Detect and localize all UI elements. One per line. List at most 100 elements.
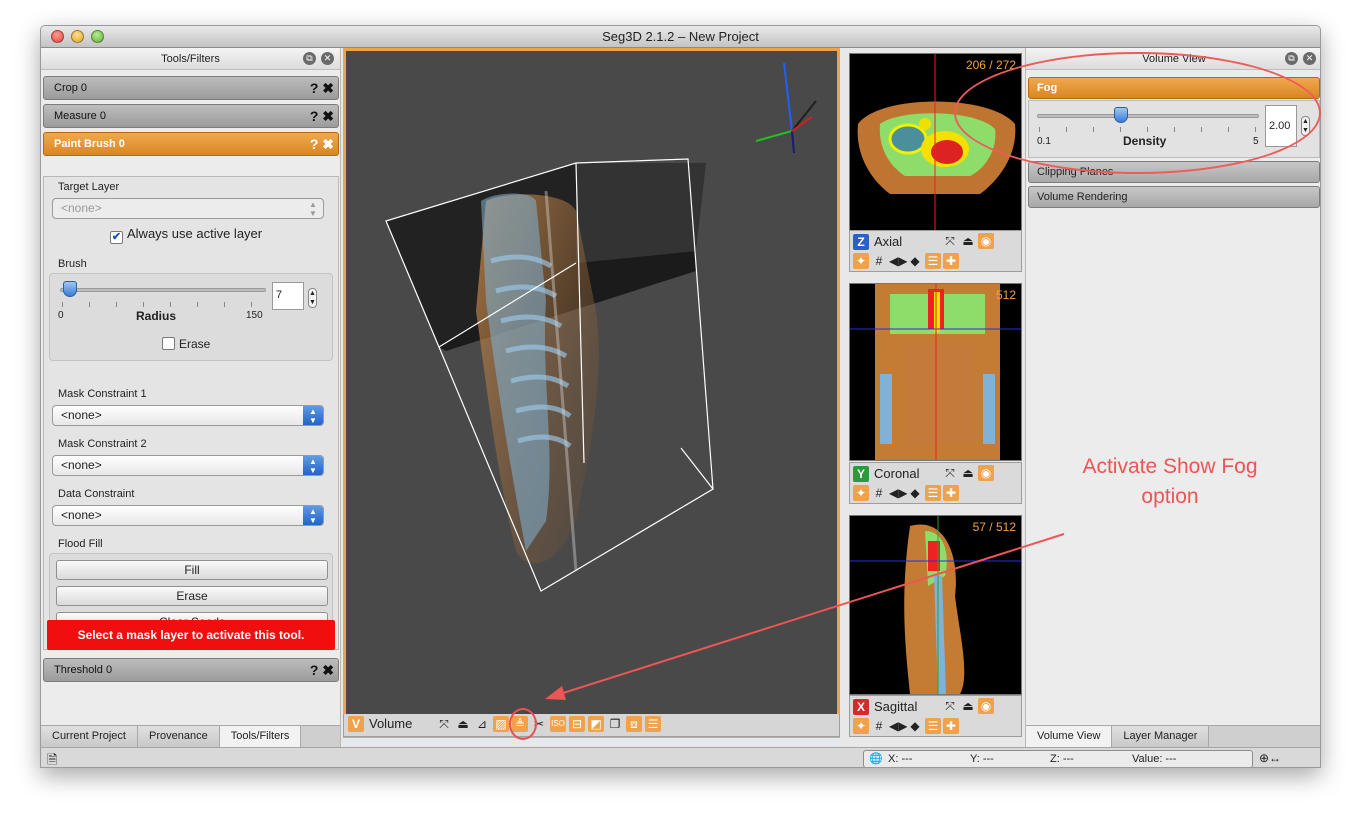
- zoom-icon[interactable]: ✚: [943, 253, 959, 269]
- lock-icon[interactable]: ⏏: [960, 465, 976, 481]
- picking-icon[interactable]: ☰: [925, 718, 941, 734]
- coordinate-mode-icon[interactable]: ⊕↔: [1259, 751, 1281, 765]
- tab-volume-view[interactable]: Volume View: [1026, 726, 1113, 747]
- float-panel-icon[interactable]: ⧉: [303, 52, 316, 65]
- tab-tools-filters[interactable]: Tools/Filters: [219, 726, 302, 747]
- cube-icon[interactable]: ⧈: [626, 716, 642, 732]
- volume-rendering-image: [385, 62, 817, 592]
- lock-icon[interactable]: ⏏: [960, 233, 976, 249]
- help-icon[interactable]: ?: [310, 108, 319, 124]
- mask1-select[interactable]: <none> ▲ ▼: [52, 405, 324, 426]
- volume-rendering-section[interactable]: Volume Rendering: [1028, 186, 1320, 208]
- close-icon[interactable]: ✖: [322, 80, 334, 96]
- volume-render-icon[interactable]: ⊟: [569, 716, 585, 732]
- mask2-value: <none>: [61, 458, 102, 472]
- erase-checkbox[interactable]: Erase: [162, 337, 210, 351]
- inactive-tool-warning: Select a mask layer to activate this too…: [47, 620, 335, 650]
- auto-view-icon[interactable]: ⤧: [942, 233, 958, 249]
- lock-icon[interactable]: ⏏: [455, 716, 471, 732]
- radius-input[interactable]: 7: [272, 282, 304, 310]
- x-coordinate: X: ---: [888, 753, 913, 765]
- checkmark-icon: ✔: [110, 231, 123, 244]
- isosurface-icon[interactable]: ISO: [550, 716, 566, 732]
- chevron-updown-icon: ▲ ▼: [303, 406, 323, 425]
- grid-icon[interactable]: #: [871, 253, 887, 269]
- erase-button[interactable]: Erase: [56, 586, 328, 606]
- always-active-layer-checkbox[interactable]: ✔ Always use active layer: [110, 226, 262, 244]
- auto-view-icon[interactable]: ⤧: [942, 465, 958, 481]
- flip-vertical-icon[interactable]: ◆: [907, 485, 923, 501]
- tab-current-project[interactable]: Current Project: [41, 726, 138, 747]
- grid-icon[interactable]: #: [871, 718, 887, 734]
- zoom-icon[interactable]: ✚: [943, 485, 959, 501]
- picking-icon[interactable]: ☰: [925, 485, 941, 501]
- zoom-window-button[interactable]: [91, 30, 104, 43]
- float-panel-icon[interactable]: ⧉: [1285, 52, 1298, 65]
- bounding-box-icon[interactable]: ◩: [588, 716, 604, 732]
- mask2-select[interactable]: <none> ▲ ▼: [52, 455, 324, 476]
- volume-view-toolbar: V Volume ⤧ ⏏ ⊿ ▨ ≜ ✂ ISO ⊟ ◩ ❐ ⧈ ☰: [343, 714, 840, 737]
- tab-layer-manager[interactable]: Layer Manager: [1112, 726, 1210, 747]
- overlay-icon[interactable]: ❐: [607, 716, 623, 732]
- grid-icon[interactable]: #: [871, 485, 887, 501]
- close-panel-icon[interactable]: ✕: [321, 52, 334, 65]
- left-bottom-tabs: Current Project Provenance Tools/Filters: [41, 725, 340, 747]
- flip-horizontal-icon[interactable]: ◀▶: [889, 718, 907, 734]
- volume-3d-viewport[interactable]: [343, 48, 840, 738]
- log-icon[interactable]: 🗎: [47, 751, 57, 767]
- radius-stepper[interactable]: ▲ ▼: [308, 288, 317, 308]
- flip-horizontal-icon[interactable]: ◀▶: [889, 485, 907, 501]
- sagittal-badge: X: [853, 699, 869, 715]
- tab-provenance[interactable]: Provenance: [137, 726, 220, 747]
- target-layer-select[interactable]: <none> ▲ ▼: [52, 198, 324, 219]
- data-constraint-label: Data Constraint: [58, 488, 135, 500]
- fill-button[interactable]: Fill: [56, 560, 328, 580]
- help-icon[interactable]: ?: [310, 136, 319, 152]
- data-constraint-select[interactable]: <none> ▲ ▼: [52, 505, 324, 526]
- slices-icon[interactable]: ▨: [493, 716, 509, 732]
- globe-icon[interactable]: 🌐: [869, 751, 883, 767]
- sagittal-slice-view[interactable]: 57 / 512: [849, 515, 1022, 695]
- sagittal-toolbar: X Sagittal ⤧ ⏏ ◉ ✦ # ◀▶ ◆ ☰ ✚: [849, 695, 1022, 737]
- brush-group: 0 Radius 150 7 ▲ ▼ Erase: [49, 273, 333, 361]
- close-icon[interactable]: ✖: [322, 662, 334, 678]
- flip-vertical-icon[interactable]: ◆: [907, 718, 923, 734]
- zoom-icon[interactable]: ✚: [943, 718, 959, 734]
- auto-view-icon[interactable]: ⤧: [942, 698, 958, 714]
- tool-paint-brush[interactable]: Paint Brush 0 ? ✖: [43, 132, 339, 156]
- paint-brush-body: Target Layer <none> ▲ ▼ ✔ Always use activ…: [43, 176, 339, 650]
- flip-vertical-icon[interactable]: ◆: [907, 253, 923, 269]
- flip-horizontal-icon[interactable]: ◀▶: [889, 253, 907, 269]
- minimize-window-button[interactable]: [71, 30, 84, 43]
- tool-threshold[interactable]: Threshold 0 ? ✖: [43, 658, 339, 682]
- target-layer-label: Target Layer: [58, 181, 120, 193]
- eye-icon[interactable]: ◉: [978, 233, 994, 249]
- crosshair-icon[interactable]: ✦: [853, 485, 869, 501]
- picking-icon[interactable]: ☰: [925, 253, 941, 269]
- text-icon[interactable]: ☰: [645, 716, 661, 732]
- fog-button-highlight: [509, 708, 537, 740]
- help-icon[interactable]: ?: [310, 80, 319, 96]
- radius-slider-thumb[interactable]: [62, 281, 77, 297]
- help-icon[interactable]: ?: [310, 662, 319, 678]
- tool-threshold-label: Threshold 0: [54, 664, 113, 676]
- tools-panel-title: Tools/Filters: [161, 53, 220, 65]
- radius-slider-track[interactable]: [60, 288, 266, 292]
- coronal-label: Coronal: [874, 466, 920, 481]
- tool-measure[interactable]: Measure 0 ? ✖: [43, 104, 339, 128]
- close-panel-icon[interactable]: ✕: [1303, 52, 1316, 65]
- status-bar: 🗎 🌐 X: --- Y: --- Z: --- Value: --- ⊕↔: [41, 747, 1320, 767]
- close-icon[interactable]: ✖: [322, 108, 334, 124]
- axial-badge: Z: [853, 234, 869, 250]
- measure-icon[interactable]: ⊿: [474, 716, 490, 732]
- close-window-button[interactable]: [51, 30, 64, 43]
- crosshair-icon[interactable]: ✦: [853, 253, 869, 269]
- eye-icon[interactable]: ◉: [978, 698, 994, 714]
- crosshair-icon[interactable]: ✦: [853, 718, 869, 734]
- close-icon[interactable]: ✖: [322, 136, 334, 152]
- coronal-slice-view[interactable]: 512: [849, 283, 1022, 461]
- auto-view-icon[interactable]: ⤧: [436, 716, 452, 732]
- lock-icon[interactable]: ⏏: [960, 698, 976, 714]
- tool-crop[interactable]: Crop 0 ? ✖: [43, 76, 339, 100]
- eye-icon[interactable]: ◉: [978, 465, 994, 481]
